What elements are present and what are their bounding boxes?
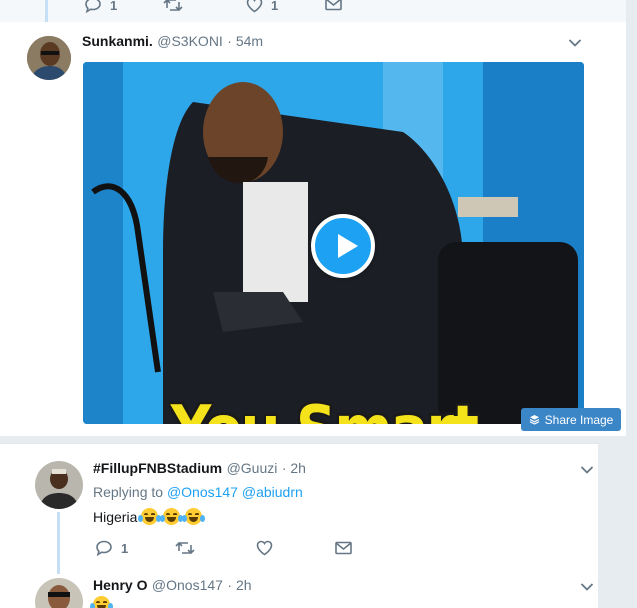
reply-icon: [85, 0, 101, 13]
play-button[interactable]: [311, 214, 375, 278]
like-count: 1: [271, 0, 279, 13]
stack-icon: [529, 415, 539, 425]
retweet-action[interactable]: [175, 540, 195, 556]
like-action[interactable]: 1: [246, 0, 278, 13]
heart-icon: [246, 0, 263, 13]
share-image-button[interactable]: Share Image: [521, 408, 621, 431]
tweet-header: Sunkanmi. @S3KONI · 54m: [82, 33, 263, 51]
timestamp[interactable]: · 54m: [227, 33, 263, 49]
chevron-down-icon[interactable]: [580, 582, 594, 592]
thread-connector: [57, 512, 60, 574]
tweet-text: [90, 596, 113, 608]
reply-count: 1: [110, 0, 118, 13]
like-action[interactable]: [256, 540, 273, 556]
display-name[interactable]: #FillupFNBStadium: [93, 460, 222, 476]
replying-prefix: Replying to: [93, 484, 164, 500]
laughing-emoji-icon: [90, 596, 113, 608]
chevron-down-icon[interactable]: [568, 38, 582, 48]
avatar-image: [35, 461, 83, 509]
heart-icon: [256, 540, 273, 556]
display-name[interactable]: Henry O: [93, 577, 147, 593]
dm-action[interactable]: [325, 0, 342, 11]
mention-link[interactable]: @abiudrn: [242, 484, 303, 500]
timestamp[interactable]: · 2h: [227, 577, 251, 593]
tweet-body: Higeria: [93, 509, 138, 525]
avatar[interactable]: [27, 36, 71, 80]
tweet-header: Henry O @Onos147 · 2h: [93, 577, 252, 595]
username[interactable]: @S3KONI: [157, 33, 223, 49]
mention-link[interactable]: @Onos147: [167, 484, 238, 500]
reply-icon: [96, 540, 112, 556]
username[interactable]: @Guuzi: [227, 460, 278, 476]
reply-count: 1: [121, 540, 129, 556]
retweet-icon: [163, 0, 183, 12]
avatar[interactable]: [35, 461, 83, 509]
dm-action[interactable]: [335, 541, 352, 555]
envelope-icon: [325, 0, 342, 11]
tweet-header: #FillupFNBStadium @Guuzi · 2h: [93, 460, 306, 478]
display-name[interactable]: Sunkanmi.: [82, 33, 153, 49]
retweet-icon: [175, 541, 195, 555]
envelope-icon: [335, 541, 352, 555]
tweet-text: Higeria: [93, 508, 206, 525]
avatar-image: [27, 36, 71, 80]
share-label: Share Image: [544, 412, 614, 427]
laughing-emoji-icon: [182, 508, 206, 525]
play-icon: [338, 234, 358, 258]
username[interactable]: @Onos147: [152, 577, 223, 593]
gif-caption: You Smart.: [83, 392, 584, 424]
reply-action[interactable]: 1: [95, 540, 128, 556]
timestamp[interactable]: · 2h: [282, 460, 306, 476]
reply-action[interactable]: 1: [84, 0, 117, 13]
laughing-emoji-icon: [160, 508, 184, 525]
retweet-action[interactable]: [163, 0, 183, 13]
replying-to: Replying to @Onos147 @abiudrn: [93, 484, 303, 500]
chevron-down-icon[interactable]: [580, 465, 594, 475]
laughing-emoji-icon: [138, 508, 162, 525]
